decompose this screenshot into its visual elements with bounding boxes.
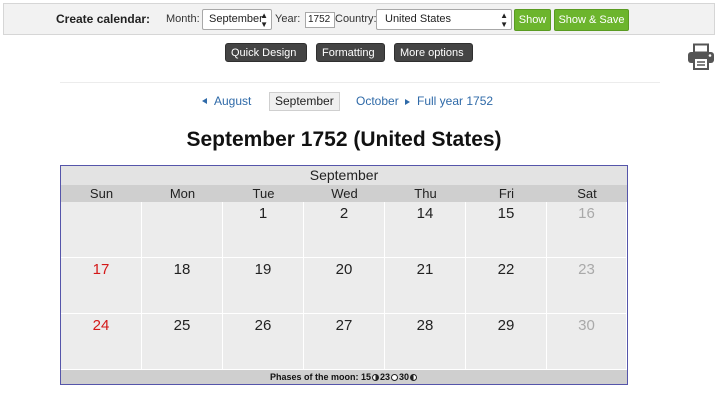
day-cell[interactable]: 14: [385, 202, 466, 258]
day-number: 25: [173, 317, 191, 334]
day-number: 2: [339, 205, 349, 222]
weekday-header: Sat: [577, 186, 597, 201]
day-cell[interactable]: 20: [304, 258, 385, 314]
day-number: 22: [497, 261, 515, 278]
month-select-value: September: [209, 13, 263, 25]
moon-phase-day: 30: [399, 372, 410, 382]
formatting-button[interactable]: Formatting: [316, 43, 385, 75]
moon-phase-day: 15: [360, 372, 371, 382]
calendar-month-name: September: [61, 166, 627, 185]
create-calendar-label: Create calendar:: [56, 12, 151, 26]
day-number: 24: [92, 317, 110, 334]
day-cell[interactable]: 28: [385, 314, 466, 370]
country-select[interactable]: United States ▲ ▼: [376, 9, 512, 30]
day-cell[interactable]: [142, 202, 223, 258]
day-cell[interactable]: 1: [223, 202, 304, 258]
day-cell[interactable]: 18: [142, 258, 223, 314]
more-options-button[interactable]: More options: [394, 43, 473, 75]
day-number: 18: [173, 261, 191, 278]
weekday-header: Tue: [252, 186, 275, 201]
day-cell[interactable]: 30: [547, 314, 627, 370]
day-number: 16: [578, 205, 595, 222]
day-number: 28: [416, 317, 434, 334]
show-and-save-button[interactable]: Show & Save: [554, 9, 629, 31]
weekday-header: Thu: [414, 186, 437, 201]
calendar-body: 1 2 14 15 16 17 18 19 20 21 22 23 24 25 26 27 28 29 30: [61, 202, 627, 370]
next-month-link[interactable]: October: [356, 94, 399, 108]
more-options-label: More options: [400, 47, 464, 59]
day-cell[interactable]: 27: [304, 314, 385, 370]
page-title: September 1752 (United States): [186, 128, 502, 151]
spinner-arrows-icon: ▲ ▼: [500, 11, 508, 29]
caret-down-icon: [234, 69, 242, 75]
country-label: Country:: [335, 13, 377, 25]
day-number: 23: [578, 261, 595, 278]
day-cell[interactable]: 25: [142, 314, 223, 370]
day-cell[interactable]: 29: [466, 314, 547, 370]
weekday-header: Mon: [169, 186, 196, 201]
day-cell[interactable]: 16: [547, 202, 627, 258]
first-quarter-moon-icon: [372, 374, 379, 381]
day-cell[interactable]: 24: [61, 314, 142, 370]
printer-icon[interactable]: [686, 43, 716, 71]
caret-down-icon: [325, 69, 333, 75]
day-cell[interactable]: [61, 202, 142, 258]
create-calendar-toolbar: Create calendar: Month: September ▲ ▼ Yea…: [3, 3, 715, 35]
previous-month-link[interactable]: August: [214, 94, 251, 108]
day-number: 14: [416, 205, 434, 222]
weekday-header-row: Sun Mon Tue Wed Thu Fri Sat: [61, 185, 627, 202]
weekday-header: Wed: [331, 186, 358, 201]
day-cell[interactable]: 23: [547, 258, 627, 314]
day-number: 20: [335, 261, 353, 278]
full-year-link[interactable]: Full year 1752: [417, 94, 493, 108]
calendar-grid: September Sun Mon Tue Wed Thu Fri Sat 1 2 14 15 16…: [60, 165, 628, 385]
formatting-label: Formatting: [322, 47, 375, 59]
next-arrow-icon[interactable]: [405, 99, 410, 105]
year-label: Year:: [275, 13, 301, 25]
show-button[interactable]: Show: [514, 9, 551, 31]
day-cell[interactable]: 2: [304, 202, 385, 258]
full-moon-icon: [391, 374, 399, 381]
divider: [60, 82, 660, 83]
quick-design-label: Quick Design: [231, 47, 297, 59]
day-number: 21: [416, 261, 434, 278]
day-cell[interactable]: 21: [385, 258, 466, 314]
day-number: 29: [497, 317, 515, 334]
moon-phases-footer: Phases of the moon: 15 23 30: [61, 370, 627, 384]
day-number: 19: [254, 261, 272, 278]
day-cell[interactable]: 15: [466, 202, 547, 258]
day-cell[interactable]: 26: [223, 314, 304, 370]
previous-arrow-icon[interactable]: [202, 98, 207, 104]
month-label: Month:: [166, 13, 200, 25]
month-select[interactable]: September ▲ ▼: [202, 9, 272, 30]
weekday-header: Sun: [89, 186, 114, 201]
day-cell[interactable]: 22: [466, 258, 547, 314]
day-number: 17: [92, 261, 110, 278]
country-select-value: United States: [385, 13, 452, 25]
caret-down-icon: [403, 69, 411, 75]
year-input[interactable]: 1752: [305, 12, 335, 28]
day-number: 27: [335, 317, 353, 334]
moon-phase-day: 23: [380, 372, 391, 382]
moon-phases-label: Phases of the moon:: [269, 372, 359, 382]
day-cell[interactable]: 17: [61, 258, 142, 314]
day-cell[interactable]: 19: [223, 258, 304, 314]
day-number: 15: [497, 205, 515, 222]
day-number: 30: [578, 317, 595, 334]
day-number: 26: [254, 317, 272, 334]
last-quarter-moon-icon: [410, 374, 418, 381]
current-month-badge: September: [269, 92, 340, 111]
day-number: 1: [258, 205, 268, 222]
weekday-header: Fri: [498, 186, 515, 201]
spinner-arrows-icon: ▲ ▼: [260, 11, 268, 29]
quick-design-button[interactable]: Quick Design: [225, 43, 307, 75]
